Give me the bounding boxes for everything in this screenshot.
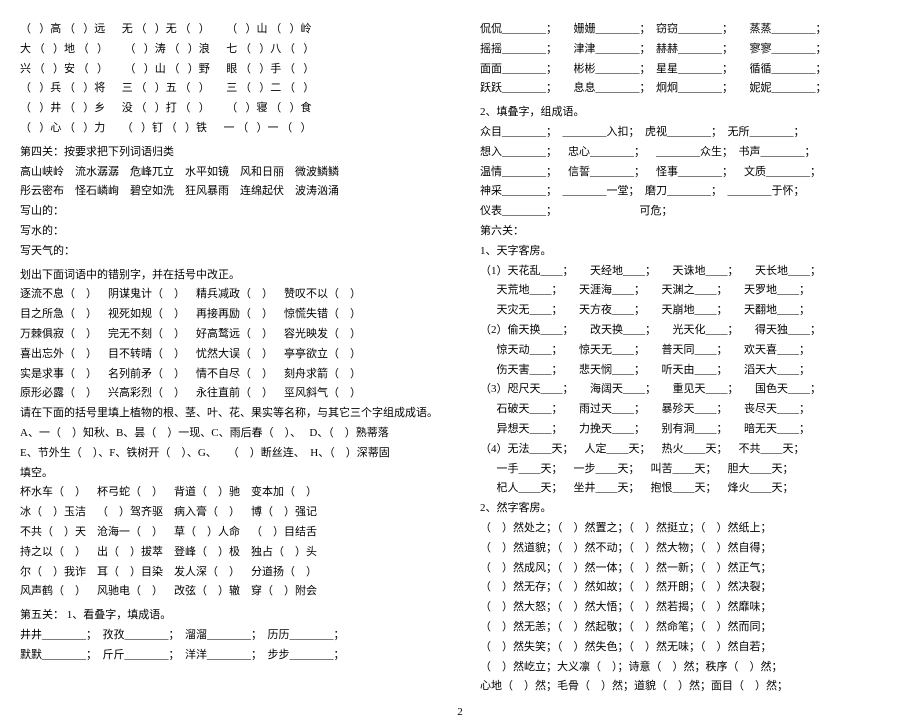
fill-row-4: 尔（ ）我诈 耳（ ）目染 发人深（ ） 分道扬（ ）: [20, 563, 440, 583]
r-redup-1: 摇摇________； 津津________； 赫赫________； 寥寥__…: [480, 40, 900, 60]
fill-row-2: 不共（ ）天 沧海一（ ） 草（ ）人命 （ ）目结舌: [20, 523, 440, 543]
tian-2: 天灾无____； 天方夜____； 天崩地____； 天翻地____；: [480, 301, 900, 321]
right-column: 侃侃________； 姗姗________； 窃窃________； 蒸蒸__…: [480, 20, 900, 697]
fill-pattern-2: 兴 （ ）安 （ ） （ ）山 （ ）野 眼 （ ）手 （ ）: [20, 60, 440, 80]
errors-row-3: 喜出忘外（ ） 目不转晴（ ） 忧然大误（ ） 亭亭欲立（ ）: [20, 345, 440, 365]
tian-7: 石破天____； 雨过天____； 暴殄天____； 丧尽天____；: [480, 400, 900, 420]
tian-9: （4）无法____天； 人定____天； 热火____天； 不共____天；: [480, 440, 900, 460]
r-redup-3: 跃跃________； 息息________； 炯炯________； 妮妮__…: [480, 79, 900, 99]
ran-5: （ ）然无恙；（ ）然起敬；（ ）然命笔；（ ）然而同；: [480, 618, 900, 638]
section4-prompt-2: 写天气的：: [20, 242, 440, 262]
section4-title: 第四关：按要求把下列词语归类: [20, 143, 440, 163]
ran-4: （ ）然大怒；（ ）然大悟；（ ）然若揭；（ ）然靡味；: [480, 598, 900, 618]
fill-pattern-3: （ ）兵 （ ）将 三 （ ）五 （ ） 三 （ ）二 （ ）: [20, 79, 440, 99]
errors-row-5: 原形必露（ ） 兴高彩烈（ ） 永往直前（ ） 巠风斜气（ ）: [20, 384, 440, 404]
fill-row-1: 冰（ ）玉洁 （ ）驾齐驱 病入膏（ ） 博（ ）强记: [20, 503, 440, 523]
fill-pattern-5: （ ）心 （ ）力 （ ）钉 （ ）铁 一 （ ）一 （ ）: [20, 119, 440, 139]
fill-row-5: 风声鹤（ ） 风驰电（ ） 改弦（ ）辙 穿（ ）附会: [20, 582, 440, 602]
tian-6: （3）咫尺天____； 海阔天____； 重见天____； 国色天____；: [480, 380, 900, 400]
errors-row-1: 目之所急（ ） 视死如规（ ） 再接再励（ ） 惊慌失错（ ）: [20, 305, 440, 325]
r-redup-0: 侃侃________； 姗姗________； 窃窃________； 蒸蒸__…: [480, 20, 900, 40]
errors-row-4: 实是求事（ ） 名列前矛（ ） 情不自尽（ ） 刻舟求箭（ ）: [20, 365, 440, 385]
section4-prompt-1: 写水的：: [20, 222, 440, 242]
redup-row-1: 默默________； 斤斤________； 洋洋________； 步步__…: [20, 646, 440, 666]
redup2-2: 温情________； 信誓________； 怪事________； 文质__…: [480, 163, 900, 183]
tian-3: （2）偷天换____； 改天换____； 光天化____； 得天独____；: [480, 321, 900, 341]
section4-words-0: 高山峡岭 流水潺潺 危峰兀立 水平如镜 风和日丽 微波鳞鳞: [20, 163, 440, 183]
ran-3: （ ）然无存；（ ）然如故；（ ）然开朗；（ ）然决裂；: [480, 578, 900, 598]
r-redup-2: 面面________； 彬彬________； 星星________； 循循__…: [480, 60, 900, 80]
tian-10: 一手____天； 一步____天； 叫苦____天； 胆大____天；: [480, 460, 900, 480]
plants-row-2: 填空。: [20, 464, 440, 484]
plants-title: 请在下面的括号里填上植物的根、茎、叶、花、果实等名称，与其它三个字组成成语。: [20, 404, 440, 424]
fill-pattern-0: （ ）高 （ ）远 无 （ ）无 （ ） （ ）山 （ ）岭: [20, 20, 440, 40]
section5-title: 第五关： 1、看叠字，填成语。: [20, 606, 440, 626]
tian-0: （1）天花乱____； 天经地____； 天诛地____； 天长地____；: [480, 262, 900, 282]
tian-5: 伤天害____； 悲天悯____； 听天由____； 滔天大____；: [480, 361, 900, 381]
ran-0: （ ）然处之；（ ）然置之；（ ）然挺立；（ ）然纸上；: [480, 519, 900, 539]
redup2-3: 神采________； ________一堂； 磨刀________； ____…: [480, 182, 900, 202]
redup2-1: 想入________； 忠心________； ________众生； 书声__…: [480, 143, 900, 163]
tian-8: 异想天____； 力挽天____； 别有洞____； 暗无天____；: [480, 420, 900, 440]
left-column: （ ）高 （ ）远 无 （ ）无 （ ） （ ）山 （ ）岭 大 （ ）地 （ …: [20, 20, 440, 697]
page-number: 2: [20, 703, 900, 723]
section6-title: 第六关：: [480, 222, 900, 242]
tian-4: 惊天动____； 惊天无____； 普天同____； 欢天喜____；: [480, 341, 900, 361]
ran-6: （ ）然失笑；（ ）然失色；（ ）然无味；（ ）然自若；: [480, 638, 900, 658]
ran-1: （ ）然道貌；（ ）然不动；（ ）然大物；（ ）然自得；: [480, 539, 900, 559]
errors-row-0: 逐流不息（ ） 阴谋鬼计（ ） 精兵减政（ ） 赞叹不以（ ）: [20, 285, 440, 305]
fill-row-0: 杯水车（ ） 杯弓蛇（ ） 背道（ ）驰 变本加（ ）: [20, 483, 440, 503]
ran-7: （ ）然屹立；大义凛（ ）；诗意（ ）然；秩序（ ）然；: [480, 658, 900, 678]
redup-row-0: 井井________； 孜孜________； 溜溜________； 历历__…: [20, 626, 440, 646]
fill-pattern-4: （ ）井 （ ）乡 没 （ ）打 （ ） （ ）寝 （ ）食: [20, 99, 440, 119]
sub2-title: 2、然字客房。: [480, 499, 900, 519]
fill-pattern-1: 大 （ ）地 （ ） （ ）涛 （ ）浪 七 （ ）八 （ ）: [20, 40, 440, 60]
tian-11: 杞人____天； 坐井____天； 抱恨____天； 烽火____天；: [480, 479, 900, 499]
plants-row-0: A、一（ ）知秋、B、昙（ ）一现、C、雨后春（ ）、 D、（ ）熟蒂落: [20, 424, 440, 444]
section2-title: 2、填叠字，组成语。: [480, 103, 900, 123]
plants-row-1: E、节外生（ ）、F、铁树开（ ）、G、 （ ）断丝连、 H、（ ）深蒂固: [20, 444, 440, 464]
errors-row-2: 万棘俱寂（ ） 完无不刻（ ） 好高鹜远（ ） 容光映发（ ）: [20, 325, 440, 345]
tian-1: 天荒地____； 天涯海____； 天渊之____； 天罗地____；: [480, 281, 900, 301]
ran-8: 心地（ ）然；毛骨（ ）然；道貌（ ）然；面目（ ）然；: [480, 677, 900, 697]
redup2-0: 众目________； ________入扣； 虎视________； 无所__…: [480, 123, 900, 143]
redup2-4: 仪表________； 可危；: [480, 202, 900, 222]
errors-title: 划出下面词语中的错别字，并在括号中改正。: [20, 266, 440, 286]
section4-prompt-0: 写山的：: [20, 202, 440, 222]
fill-row-3: 持之以（ ） 出（ ）拔萃 登峰（ ）极 独占（ ）头: [20, 543, 440, 563]
sub1-title: 1、天字客房。: [480, 242, 900, 262]
ran-2: （ ）然成风；（ ）然一体；（ ）然一新；（ ）然正气；: [480, 559, 900, 579]
section4-words-1: 彤云密布 怪石嶙峋 碧空如洗 狂风暴雨 连绵起伏 波涛汹涌: [20, 182, 440, 202]
